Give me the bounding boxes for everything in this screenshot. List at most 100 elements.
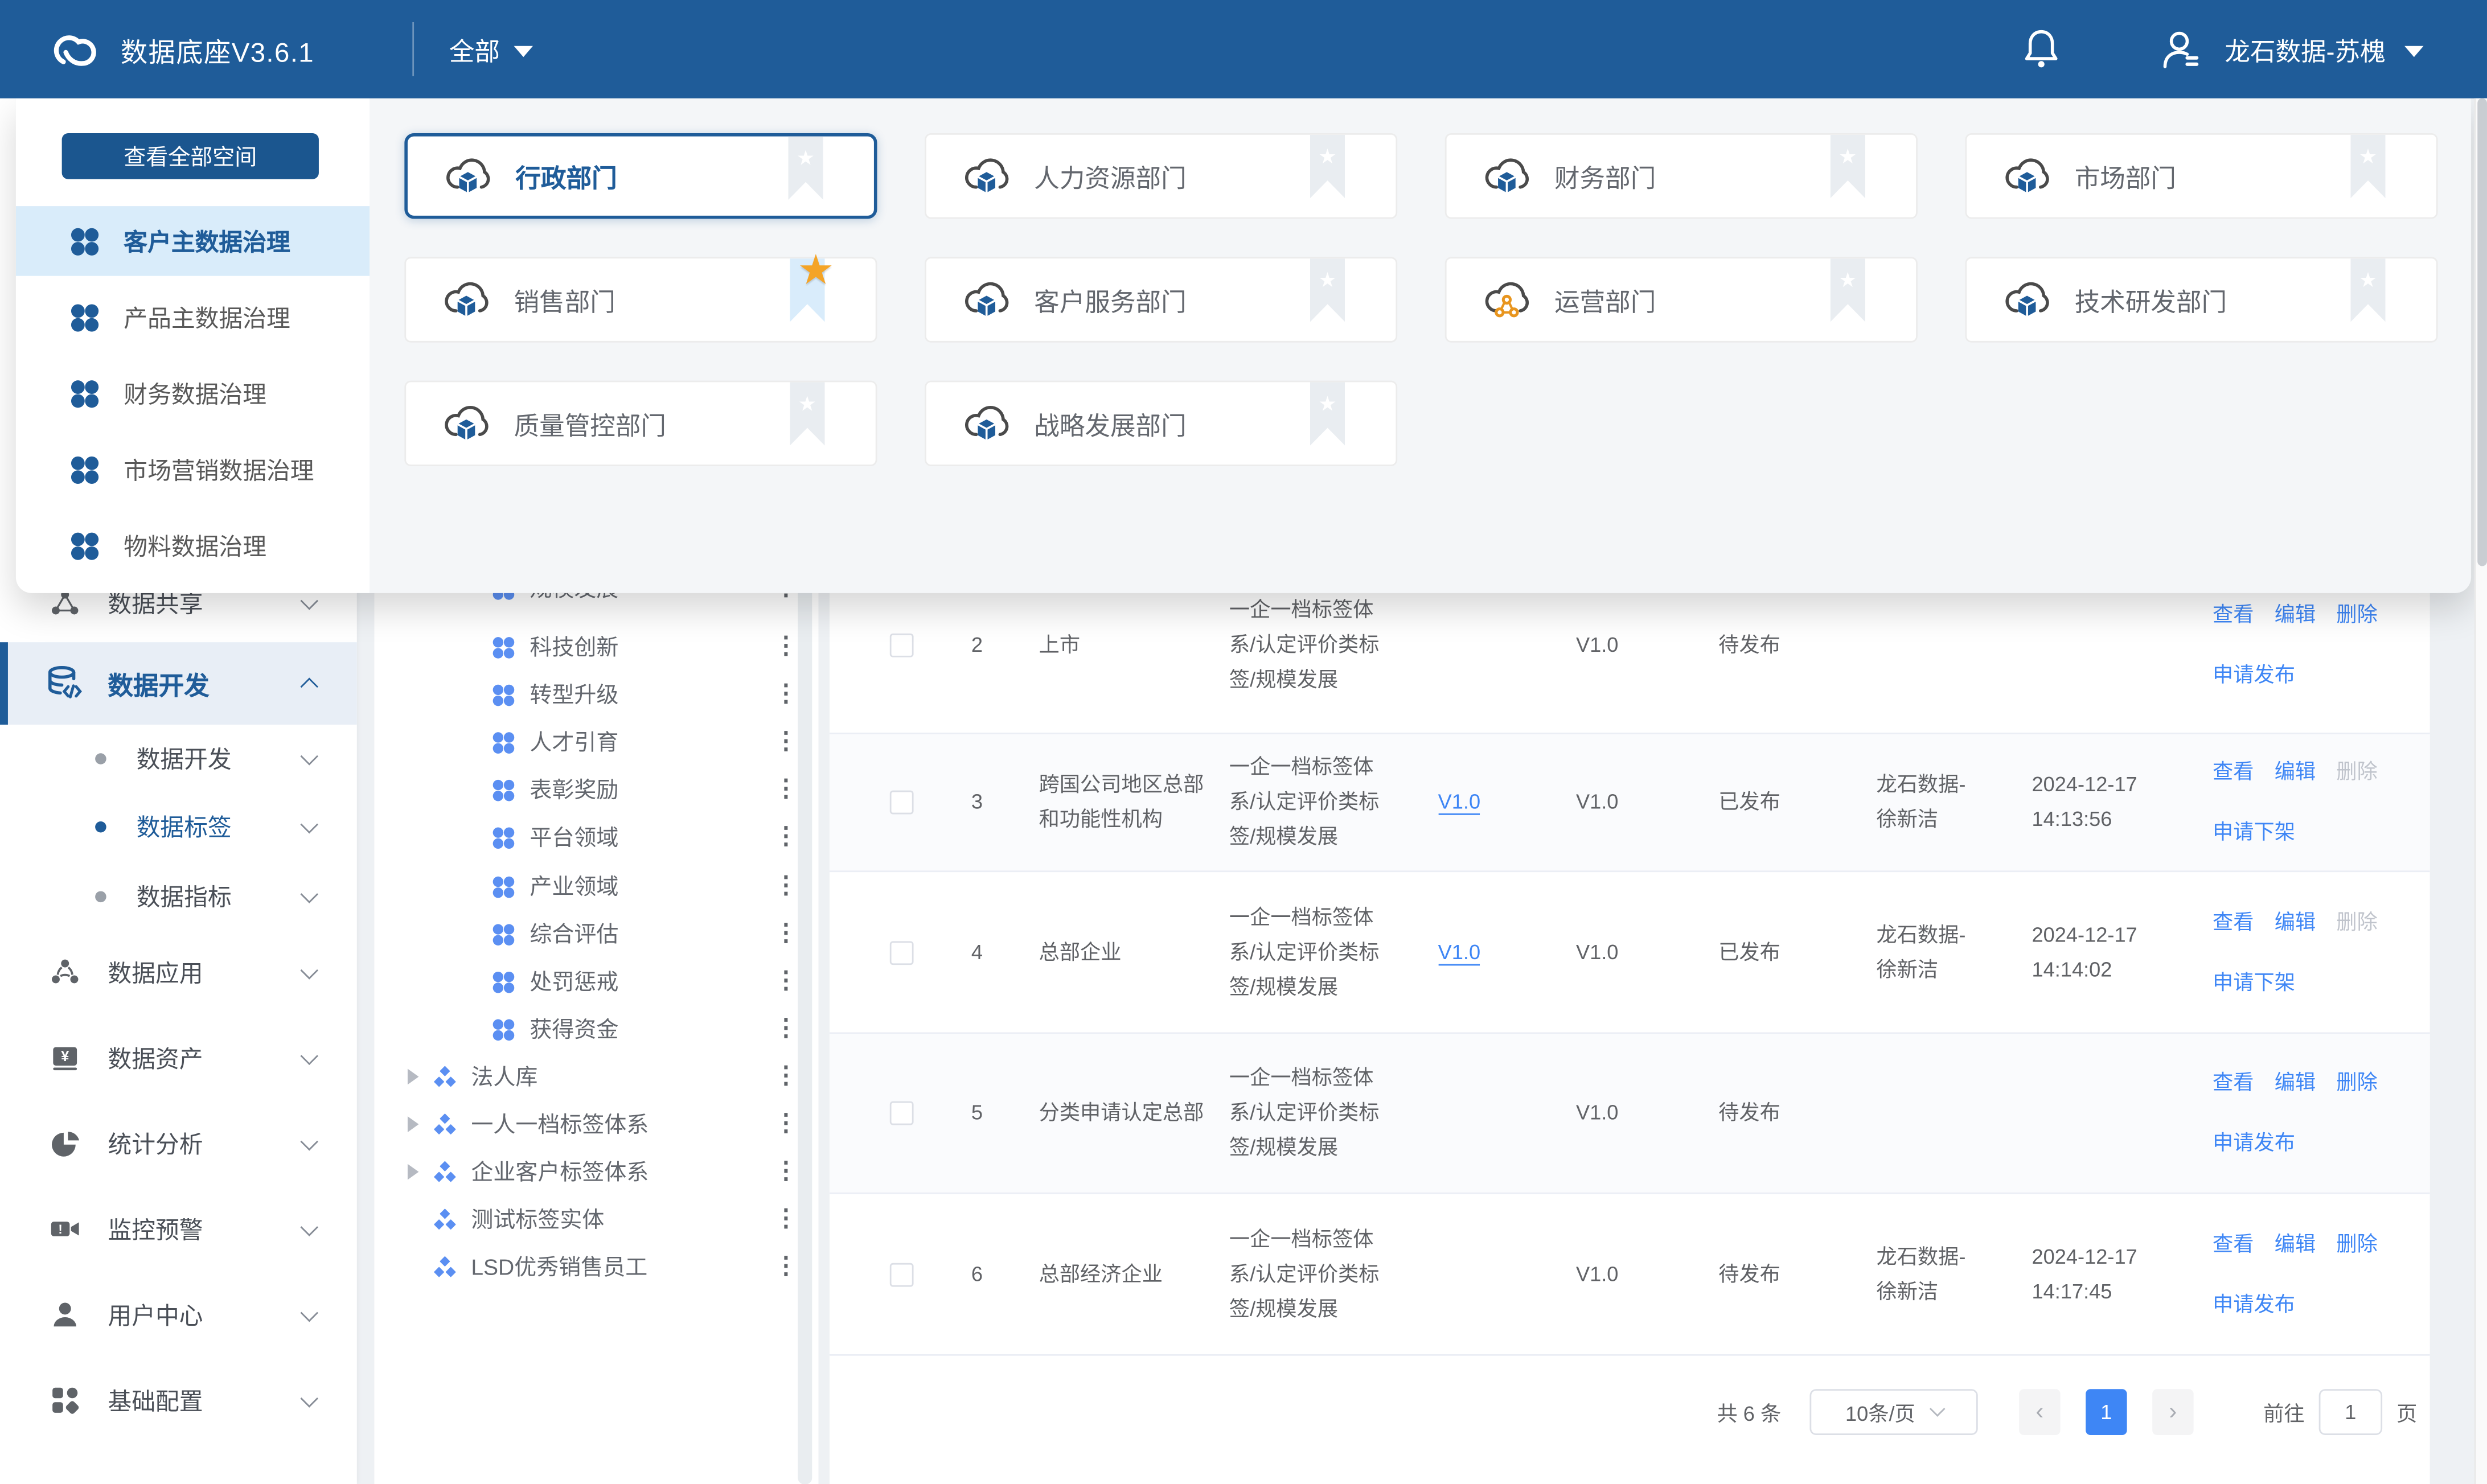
row-checkbox[interactable] — [890, 791, 914, 815]
row-checkbox[interactable] — [890, 1101, 914, 1125]
space-item-customer-mdm[interactable]: 客户主数据治理 — [16, 206, 370, 276]
published-version-link[interactable]: V1.0 — [1438, 790, 1481, 815]
favorite-ribbon[interactable]: ★ — [2350, 135, 2385, 198]
edit-link[interactable]: 编辑 — [2275, 598, 2316, 633]
expand-caret-icon[interactable] — [408, 1069, 418, 1085]
view-link[interactable]: 查看 — [2213, 905, 2254, 940]
expand-caret-icon[interactable] — [408, 1116, 418, 1132]
more-menu-icon[interactable]: ⋮ — [774, 686, 796, 702]
tree-tag-item[interactable]: 获得资金 ⋮ — [374, 1005, 796, 1053]
edit-link[interactable]: 编辑 — [2275, 755, 2316, 790]
tree-library-item[interactable]: 测试标签实体 ⋮ — [374, 1195, 796, 1243]
favorite-ribbon[interactable]: ★ — [1310, 382, 1345, 445]
more-menu-icon[interactable]: ⋮ — [774, 878, 796, 894]
row-checkbox[interactable] — [890, 634, 914, 657]
space-item-finance-gov[interactable]: 财务数据治理 — [28, 359, 357, 429]
sidebar-item-user-center[interactable]: 用户中心 — [0, 1280, 357, 1350]
sidebar-subitem-data-metric[interactable]: 数据指标 — [0, 864, 357, 927]
dept-card-customer-service[interactable]: 客户服务部门 ★ — [925, 257, 1397, 342]
more-menu-icon[interactable]: ⋮ — [774, 734, 796, 750]
dept-card-quality[interactable]: 质量管控部门 ★ — [404, 381, 877, 466]
view-link[interactable]: 查看 — [2213, 755, 2254, 790]
scrollbar-thumb[interactable] — [2477, 98, 2487, 566]
more-menu-icon[interactable]: ⋮ — [774, 926, 796, 942]
user-avatar-icon[interactable] — [2158, 27, 2202, 71]
dept-card-strategy[interactable]: 战略发展部门 ★ — [925, 381, 1397, 466]
prev-page-button[interactable]: ‹ — [2019, 1388, 2060, 1434]
dept-card-rnd[interactable]: 技术研发部门 ★ — [1965, 257, 2437, 342]
goto-page-input[interactable] — [2319, 1388, 2382, 1434]
tree-library-item[interactable]: 一人一档标签体系 ⋮ — [374, 1100, 796, 1148]
tree-tag-item[interactable]: 处罚惩戒 ⋮ — [374, 958, 796, 1006]
tree-tag-item[interactable]: 产业领域 ⋮ — [374, 862, 796, 910]
more-menu-icon[interactable]: ⋮ — [774, 1259, 796, 1275]
edit-link[interactable]: 编辑 — [2275, 1066, 2316, 1101]
tree-tag-item[interactable]: 表彰奖励 ⋮ — [374, 766, 796, 813]
sidebar-subitem-data-dev[interactable]: 数据开发 — [0, 726, 357, 790]
space-item-product-mdm[interactable]: 产品主数据治理 — [28, 282, 357, 352]
dept-card-admin[interactable]: 行政部门 ★ — [404, 133, 877, 219]
dept-card-sales[interactable]: 销售部门 ★ — [404, 257, 877, 342]
more-menu-icon[interactable]: ⋮ — [774, 1116, 796, 1132]
dept-card-finance[interactable]: 财务部门 ★ — [1445, 133, 1918, 219]
more-menu-icon[interactable]: ⋮ — [774, 829, 796, 845]
favorite-ribbon[interactable]: ★ — [788, 137, 823, 200]
dept-card-hr[interactable]: 人力资源部门 ★ — [925, 133, 1397, 219]
unpublish-request-link[interactable]: 申请下架 — [2213, 965, 2295, 1000]
tree-tag-item[interactable]: 平台领域 ⋮ — [374, 813, 796, 861]
row-checkbox[interactable] — [890, 940, 914, 964]
sidebar-item-data-app[interactable]: 数据应用 — [0, 937, 357, 1007]
scope-selector[interactable]: 全部 — [449, 30, 533, 68]
tree-library-item[interactable]: 企业客户标签体系 ⋮ — [374, 1148, 796, 1196]
next-page-button[interactable]: › — [2152, 1388, 2193, 1434]
sidebar-item-stats[interactable]: 统计分析 — [0, 1108, 357, 1178]
edit-link[interactable]: 编辑 — [2275, 1226, 2316, 1261]
favorite-ribbon[interactable]: ★ — [1831, 258, 1865, 322]
view-link[interactable]: 查看 — [2213, 598, 2254, 633]
published-version-link[interactable]: V1.0 — [1438, 939, 1481, 965]
notification-bell-icon[interactable] — [2022, 28, 2060, 69]
favorite-ribbon[interactable]: ★ — [1831, 135, 1865, 198]
view-link[interactable]: 查看 — [2213, 1066, 2254, 1101]
tree-tag-item[interactable]: 综合评估 ⋮ — [374, 910, 796, 958]
more-menu-icon[interactable]: ⋮ — [774, 782, 796, 798]
favorite-ribbon[interactable]: ★ — [1310, 258, 1345, 322]
delete-link[interactable]: 删除 — [2336, 1066, 2377, 1101]
delete-link[interactable]: 删除 — [2336, 1226, 2377, 1261]
more-menu-icon[interactable]: ⋮ — [774, 1211, 796, 1227]
publish-request-link[interactable]: 申请发布 — [2213, 658, 2295, 693]
tree-tag-item[interactable]: 人才引育 ⋮ — [374, 718, 796, 766]
publish-request-link[interactable]: 申请发布 — [2213, 1126, 2295, 1161]
view-all-spaces-button[interactable]: 查看全部空间 — [62, 133, 319, 179]
sidebar-item-data-asset[interactable]: ¥ 数据资产 — [0, 1023, 357, 1093]
sidebar-item-data-dev[interactable]: 数据开发 — [0, 642, 357, 725]
edit-link[interactable]: 编辑 — [2275, 905, 2316, 940]
dept-card-operations[interactable]: 运营部门 ★ — [1445, 257, 1918, 342]
page-size-select[interactable]: 10条/页 — [1809, 1388, 1977, 1434]
expand-caret-icon[interactable] — [408, 1164, 418, 1180]
tree-library-item[interactable]: 法人库 ⋮ — [374, 1053, 796, 1101]
tree-tag-item[interactable]: 科技创新 ⋮ — [374, 623, 796, 671]
more-menu-icon[interactable]: ⋮ — [774, 973, 796, 989]
user-name[interactable]: 龙石数据-苏槐 — [2225, 30, 2385, 68]
space-item-marketing-gov[interactable]: 市场营销数据治理 — [28, 434, 357, 504]
favorite-ribbon[interactable]: ★ — [2350, 258, 2385, 322]
unpublish-request-link[interactable]: 申请下架 — [2213, 815, 2295, 850]
tree-tag-item[interactable]: 转型升级 ⋮ — [374, 671, 796, 718]
sidebar-subitem-data-tag[interactable]: 数据标签 — [0, 795, 357, 858]
space-item-material-gov[interactable]: 物料数据治理 — [28, 511, 357, 581]
more-menu-icon[interactable]: ⋮ — [774, 1021, 796, 1037]
view-link[interactable]: 查看 — [2213, 1226, 2254, 1261]
more-menu-icon[interactable]: ⋮ — [774, 1069, 796, 1085]
sidebar-item-monitor[interactable]: ! 监控预警 — [0, 1194, 357, 1264]
favorite-ribbon[interactable]: ★ — [790, 382, 824, 445]
more-menu-icon[interactable]: ⋮ — [774, 1164, 796, 1180]
row-checkbox[interactable] — [890, 1262, 914, 1286]
delete-link[interactable]: 删除 — [2336, 598, 2377, 633]
page-scrollbar[interactable] — [2474, 98, 2487, 1484]
favorite-ribbon[interactable]: ★ — [1310, 135, 1345, 198]
current-page-button[interactable]: 1 — [2086, 1388, 2127, 1434]
dept-card-market[interactable]: 市场部门 ★ — [1965, 133, 2437, 219]
publish-request-link[interactable]: 申请发布 — [2213, 1287, 2295, 1322]
more-menu-icon[interactable]: ⋮ — [774, 639, 796, 655]
